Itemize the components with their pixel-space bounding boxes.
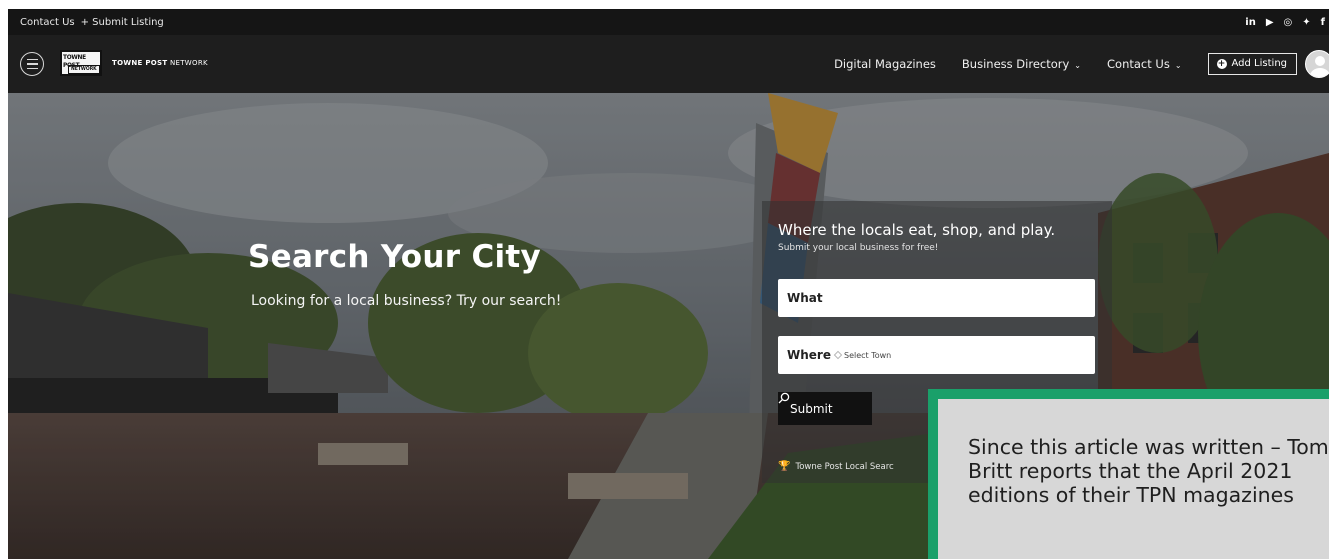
utility-link-submit-listing[interactable]: + Submit Listing	[81, 17, 164, 28]
top-utility-bar: Contact Us + Submit Listing in ▶ ◎ ✦ f	[8, 9, 1329, 35]
chevron-down-icon: ⌄	[1174, 61, 1182, 70]
hero-subtitle: Looking for a local business? Try our se…	[251, 293, 562, 309]
nav-contact-us[interactable]: Contact Us ⌄	[1107, 57, 1182, 71]
plus-circle-icon: +	[1216, 58, 1227, 69]
where-select[interactable]: Where Select Town	[778, 336, 1095, 374]
nav-contact-us-label: Contact Us	[1107, 57, 1170, 71]
trophy-icon: 🏆	[778, 461, 791, 472]
hero-title: Search Your City	[248, 239, 542, 275]
nav-digital-magazines[interactable]: Digital Magazines	[834, 57, 936, 71]
hamburger-menu-icon[interactable]	[20, 52, 44, 76]
search-panel-footer: 🏆 Towne Post Local Searc	[778, 461, 894, 472]
chevron-down-icon: ⌄	[1074, 61, 1081, 70]
logo-badge: TOWNE POST NETWORK	[60, 50, 102, 76]
logo-text: TOWNE POST NETWORK	[112, 59, 208, 67]
youtube-icon[interactable]: ▶	[1266, 17, 1274, 28]
user-avatar[interactable]	[1305, 50, 1329, 78]
add-listing-button[interactable]: + Add Listing	[1207, 53, 1297, 75]
nav-business-directory[interactable]: Business Directory ⌄	[962, 57, 1081, 71]
diamond-icon	[833, 350, 843, 360]
twitter-icon[interactable]: ✦	[1302, 17, 1310, 28]
what-label: What	[787, 291, 823, 305]
linkedin-icon[interactable]: in	[1245, 17, 1256, 28]
submit-button[interactable]: Submit	[778, 392, 872, 425]
where-select-value: Select Town	[833, 350, 892, 360]
social-links: in ▶ ◎ ✦ f	[1245, 9, 1325, 35]
site-logo[interactable]: TOWNE POST NETWORK TOWNE POST NETWORK	[60, 49, 208, 77]
logo-text-rest: NETWORK	[167, 59, 208, 67]
search-icon	[778, 392, 790, 404]
page: Contact Us + Submit Listing in ▶ ◎ ✦ f T…	[8, 9, 1329, 559]
article-note-overlay: Since this article was written – Tom Bri…	[928, 389, 1329, 559]
main-navbar: TOWNE POST NETWORK TOWNE POST NETWORK Di…	[8, 35, 1329, 93]
nav-business-directory-label: Business Directory	[961, 57, 1070, 71]
instagram-icon[interactable]: ◎	[1284, 17, 1293, 28]
logo-badge-bottom: NETWORK	[68, 65, 100, 74]
utility-links: Contact Us + Submit Listing	[8, 17, 164, 28]
nav-links: Digital Magazines Business Directory ⌄ Co…	[834, 35, 1329, 93]
facebook-icon[interactable]: f	[1321, 17, 1325, 28]
search-panel-title: Where the locals eat, shop, and play.	[778, 221, 1056, 239]
search-panel-footer-text: Towne Post Local Searc	[795, 461, 894, 472]
where-label: Where	[787, 348, 831, 362]
submit-label: Submit	[790, 401, 833, 416]
article-note-text: Since this article was written – Tom Bri…	[968, 435, 1329, 507]
logo-text-bold: TOWNE POST	[112, 59, 168, 67]
nav-digital-magazines-label: Digital Magazines	[834, 57, 936, 71]
utility-link-contact-us[interactable]: Contact Us	[20, 17, 75, 28]
select-town-text: Select Town	[843, 350, 892, 360]
add-listing-label: Add Listing	[1231, 58, 1287, 69]
search-panel-subtitle: Submit your local business for free!	[778, 243, 939, 253]
what-input[interactable]: What	[778, 279, 1095, 317]
